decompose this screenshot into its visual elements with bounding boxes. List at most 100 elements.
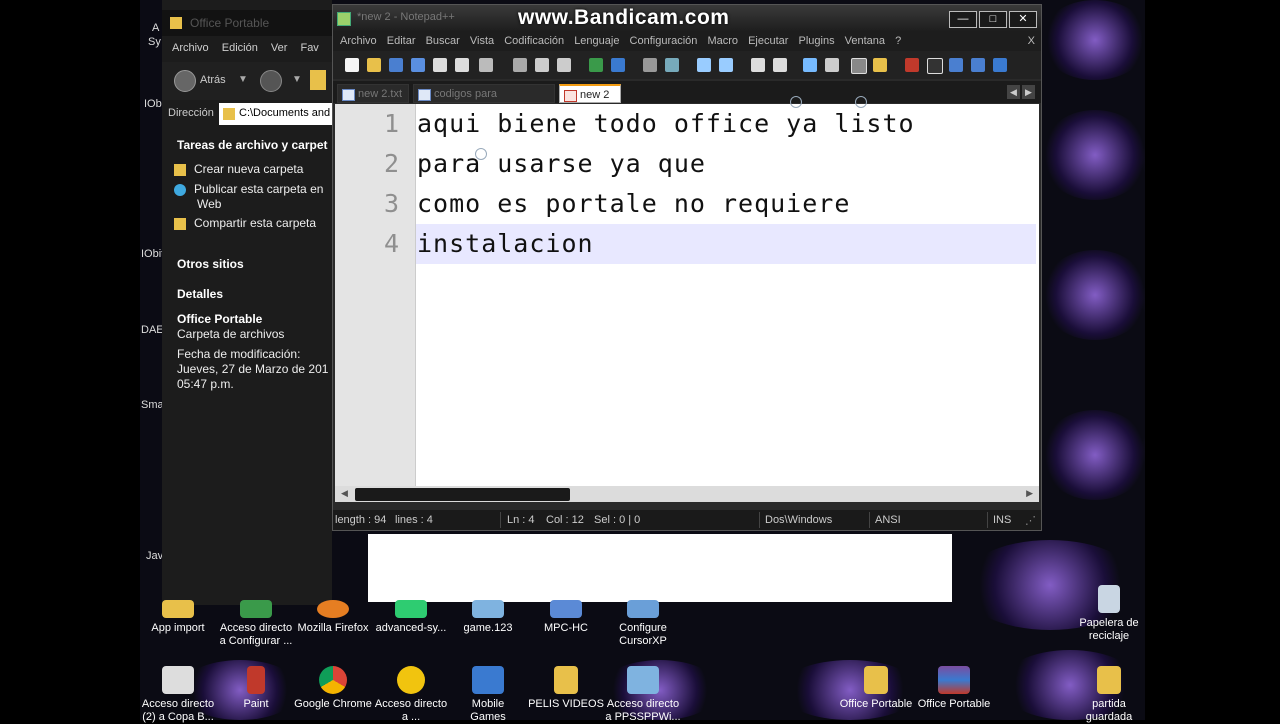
desktop-icon-office-portable-archive[interactable]: Office Portable: [913, 666, 995, 711]
save-all-icon[interactable]: [411, 58, 425, 72]
menu-lenguaje[interactable]: Lenguaje: [574, 35, 619, 47]
back-arrow-icon[interactable]: [174, 70, 196, 92]
tab-new-2-txt[interactable]: new 2.txt: [337, 84, 409, 103]
desktop-icon-game123[interactable]: game.123: [447, 600, 529, 635]
print-icon[interactable]: [479, 58, 493, 72]
copy-icon[interactable]: [535, 58, 549, 72]
function-list-icon[interactable]: [873, 58, 887, 72]
open-file-icon[interactable]: [367, 58, 381, 72]
tab-scroll-left[interactable]: ◀: [1007, 85, 1020, 99]
word-wrap-icon[interactable]: [803, 58, 817, 72]
desktop-icon-pelis-videos[interactable]: PELIS VIDEOS: [525, 666, 607, 711]
horizontal-scrollbar[interactable]: ◀ ▶: [335, 486, 1039, 502]
code-line[interactable]: instalacion: [417, 229, 594, 258]
task-publish-web[interactable]: Publicar esta carpeta en: [174, 182, 323, 196]
desktop-icon-mobile-games[interactable]: Mobile Games: [447, 666, 529, 724]
menu-buscar[interactable]: Buscar: [426, 35, 460, 47]
forward-arrow-icon[interactable]: [260, 70, 282, 92]
scroll-right-icon[interactable]: ▶: [1026, 488, 1033, 499]
record-macro-icon[interactable]: [905, 58, 919, 72]
play-macro-icon[interactable]: [949, 58, 963, 72]
find-icon[interactable]: [643, 58, 657, 72]
task-new-folder[interactable]: Crear nueva carpeta: [174, 162, 303, 176]
desktop-edge-label[interactable]: Jav: [146, 550, 163, 562]
editor-area[interactable]: 1 2 3 4 aqui biene todo office ya listo …: [335, 104, 1039, 486]
details-header[interactable]: Detalles: [177, 287, 223, 301]
menu-codificacion[interactable]: Codificación: [504, 35, 564, 47]
new-file-icon[interactable]: [345, 58, 359, 72]
minimize-button[interactable]: —: [949, 11, 977, 28]
desktop-edge-label[interactable]: IOb: [144, 98, 162, 110]
desktop-icon-advanced-systemcare[interactable]: advanced-sy...: [370, 600, 452, 635]
desktop-icon-mpc-hc[interactable]: MPC-HC: [525, 600, 607, 635]
tab-scroll-right[interactable]: ▶: [1022, 85, 1035, 99]
menu-ejecutar[interactable]: Ejecutar: [748, 35, 788, 47]
desktop-icon-acceso-directo[interactable]: Acceso directo a ...: [370, 666, 452, 724]
menu-close-doc[interactable]: X: [1028, 31, 1035, 51]
scrollbar-thumb[interactable]: [355, 488, 570, 501]
desktop-icon-partida-guardada[interactable]: partida guardada: [1068, 666, 1150, 724]
close-file-icon[interactable]: [433, 58, 447, 72]
scroll-left-icon[interactable]: ◀: [341, 488, 348, 499]
folder-up-icon[interactable]: [310, 70, 326, 90]
replace-icon[interactable]: [665, 58, 679, 72]
menu-configuracion[interactable]: Configuración: [630, 35, 698, 47]
sync-vertical-icon[interactable]: [751, 58, 765, 72]
desktop-edge-label[interactable]: Sma: [141, 399, 164, 411]
menu-edicion[interactable]: Edición: [222, 42, 258, 54]
task-share-folder[interactable]: Compartir esta carpeta: [174, 216, 316, 230]
desktop-icon-firefox[interactable]: Mozilla Firefox: [292, 600, 374, 635]
show-all-chars-icon[interactable]: [825, 58, 839, 72]
desktop-icon-recycle-bin[interactable]: Papelera de reciclaje: [1068, 585, 1150, 643]
close-all-icon[interactable]: [455, 58, 469, 72]
indent-guide-icon[interactable]: [851, 58, 867, 74]
chevron-down-icon[interactable]: ▼: [292, 74, 302, 85]
other-sites-header[interactable]: Otros sitios: [177, 257, 244, 271]
tab-codigos-cursorxp[interactable]: codigos para cursorxp.txt: [413, 84, 555, 119]
desktop-edge-label[interactable]: Sy: [148, 36, 161, 48]
task-label-cont[interactable]: Web: [197, 197, 221, 211]
code-line[interactable]: aqui biene todo office ya listo: [417, 109, 915, 138]
explorer-titlebar[interactable]: Office Portable: [162, 10, 332, 36]
desktop-icon-app-import[interactable]: App import: [137, 600, 219, 635]
menu-ver[interactable]: Ver: [271, 42, 288, 54]
desktop-icon-copa[interactable]: Acceso directo (2) a Copa B...: [137, 666, 219, 724]
desktop-edge-label[interactable]: DAE: [141, 324, 164, 336]
back-button-label[interactable]: Atrás: [200, 74, 226, 86]
menu-favoritos[interactable]: Fav: [300, 42, 318, 54]
stop-macro-icon[interactable]: [927, 58, 943, 74]
address-input[interactable]: C:\Documents and: [219, 103, 332, 125]
desktop-icon-configurar[interactable]: Acceso directo a Configurar ...: [215, 600, 297, 648]
undo-icon[interactable]: [589, 58, 603, 72]
redo-icon[interactable]: [611, 58, 625, 72]
menu-archivo[interactable]: Archivo: [172, 42, 209, 54]
chevron-down-icon[interactable]: ▼: [238, 74, 248, 85]
desktop-edge-label[interactable]: A: [152, 22, 159, 34]
desktop-icon-ppsspp[interactable]: Acceso directo a PPSSPPWi...: [602, 666, 684, 724]
run-macro-multiple-icon[interactable]: [971, 58, 985, 72]
menu-macro[interactable]: Macro: [707, 35, 738, 47]
desktop-icon-office-portable[interactable]: Office Portable: [835, 666, 917, 711]
menu-archivo[interactable]: Archivo: [340, 35, 377, 47]
resize-grip-icon[interactable]: ⋰: [1025, 514, 1036, 527]
menu-vista[interactable]: Vista: [470, 35, 494, 47]
menu-ventana[interactable]: Ventana: [845, 35, 885, 47]
paste-icon[interactable]: [557, 58, 571, 72]
desktop-icon-cursorxp[interactable]: Configure CursorXP: [602, 600, 684, 648]
code-line[interactable]: para usarse ya que: [417, 149, 706, 178]
zoom-in-icon[interactable]: [697, 58, 711, 72]
sync-horizontal-icon[interactable]: [773, 58, 787, 72]
tab-new-2[interactable]: new 2: [559, 84, 621, 103]
code-line[interactable]: como es portale no requiere: [417, 189, 850, 218]
save-icon[interactable]: [389, 58, 403, 72]
desktop-edge-label[interactable]: IObit: [141, 248, 164, 260]
zoom-out-icon[interactable]: [719, 58, 733, 72]
menu-plugins[interactable]: Plugins: [799, 35, 835, 47]
menu-editar[interactable]: Editar: [387, 35, 416, 47]
cut-icon[interactable]: [513, 58, 527, 72]
desktop-icon-paint[interactable]: Paint: [215, 666, 297, 711]
desktop-icon-chrome[interactable]: Google Chrome: [292, 666, 374, 711]
menu-help[interactable]: ?: [895, 35, 901, 47]
save-macro-icon[interactable]: [993, 58, 1007, 72]
close-button[interactable]: ✕: [1009, 11, 1037, 28]
